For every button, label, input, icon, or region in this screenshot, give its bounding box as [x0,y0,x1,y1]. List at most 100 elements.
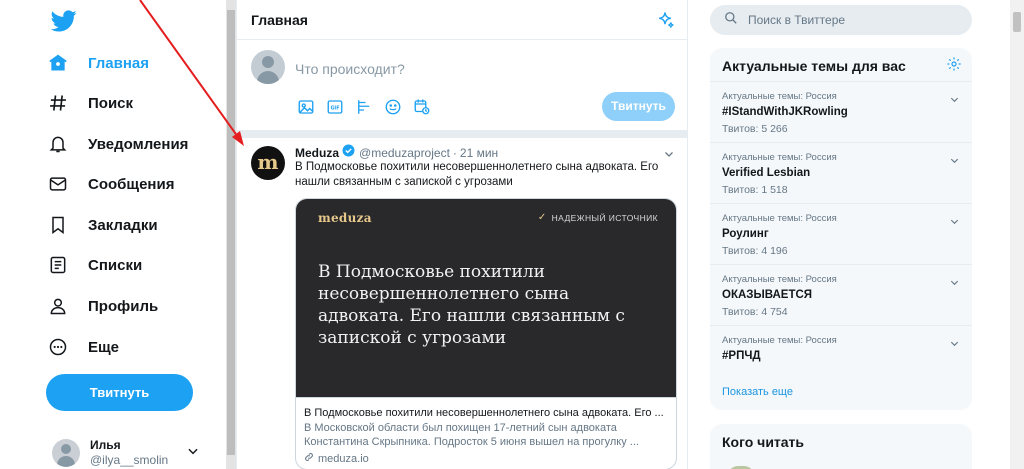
search-box[interactable] [710,5,972,35]
trend-context: Актуальные темы: Россия [722,213,837,224]
avatar [251,50,285,84]
more-circle-icon [46,335,70,359]
main-header: Главная [237,0,687,40]
nav-item-label: Профиль [88,297,159,315]
nav-item-lists[interactable]: Списки [46,246,142,284]
main-column: Главная GIF Твитнуть m Meduza @meduzapro… [236,0,688,469]
link-card[interactable]: meduza ✓ НАДЕЖНЫЙ ИСТОЧНИК В Подмосковье… [295,198,677,469]
trend-name: #РПЧД [722,350,761,362]
nav-item-bookmarks[interactable]: Закладки [46,206,158,244]
trends-header: Актуальные темы для вас [710,48,972,82]
list-icon [46,253,70,277]
person-icon [46,294,70,318]
verified-badge-icon [342,144,355,161]
chevron-down-icon[interactable] [949,92,960,110]
trend-count: Твитов: 4 754 [722,306,788,318]
nav-item-label: Еще [88,338,120,356]
left-navigation: Главная Поиск Уведомления Сообщения Закл… [0,0,225,469]
account-handle: @ilya__smolin [90,453,169,467]
chevron-down-icon[interactable] [949,153,960,171]
trend-item[interactable]: Актуальные темы: Россия ОКАЗЫВАЕТСЯ Твит… [710,265,972,326]
card-link[interactable]: meduza.io [304,452,668,466]
card-image-headline: В Подмосковье похитили несовершеннолетне… [318,262,625,348]
nav-item-home[interactable]: Главная [46,44,149,82]
trusted-source-badge: ✓ НАДЕЖНЫЙ ИСТОЧНИК [538,212,658,223]
trend-context: Актуальные темы: Россия [722,152,837,163]
chevron-down-icon [186,444,200,463]
trend-item[interactable]: Актуальные темы: Россия Роулинг Твитов: … [710,204,972,265]
nav-item-more[interactable]: Еще [46,328,119,366]
avatar [52,439,80,467]
nav-item-label: Закладки [88,216,158,234]
trend-item[interactable]: Актуальные темы: Россия Verified Lesbian… [710,143,972,204]
nav-item-label: Главная [88,54,150,72]
trend-context: Актуальные темы: Россия [722,91,837,102]
trend-count: Твитов: 5 266 [722,123,788,135]
tweet[interactable]: m Meduza @meduzaproject · 21 мин В Подмо… [237,138,687,469]
trend-count: Твитов: 1 518 [722,184,788,196]
trends-panel: Актуальные темы для вас Актуальные темы:… [710,48,972,410]
meta-separator: · [452,145,457,160]
home-icon [46,51,70,75]
tweet-author-avatar[interactable]: m [251,146,285,180]
trend-context: Актуальные темы: Россия [722,274,837,285]
gear-icon[interactable] [946,56,962,77]
card-title: В Подмосковье похитили несовершеннолетне… [304,407,664,419]
schedule-icon[interactable] [411,96,433,118]
image-icon[interactable] [295,96,317,118]
bell-icon [46,132,70,156]
nav-item-explore[interactable]: Поиск [46,84,133,122]
gif-icon[interactable]: GIF [324,96,346,118]
trend-name: ОКАЗЫВАЕТСЯ [722,289,813,301]
trend-count: Твитов: 4 196 [722,245,788,257]
tweet-author-name[interactable]: Meduza [295,145,339,161]
tweet-author-handle[interactable]: @meduzaproject [359,145,450,161]
poll-icon[interactable] [353,96,375,118]
card-description: В Московской области был похищен 17-летн… [304,422,639,448]
show-more-link[interactable]: Показать еще [722,386,793,398]
trend-context: Актуальные темы: Россия [722,335,837,346]
trend-name: #IStandWithJKRowling [722,106,848,118]
account-switcher[interactable]: Илья @ilya__smolin [52,436,212,469]
feed-scrollbar[interactable] [226,0,236,469]
tweet-button[interactable]: Твитнуть [46,374,193,411]
scrollbar-thumb[interactable] [1013,12,1021,32]
svg-text:GIF: GIF [330,105,339,111]
card-brand-logo: meduza [318,211,372,225]
compose-box: GIF Твитнуть [237,40,687,130]
chevron-down-icon[interactable] [949,214,960,232]
link-icon [304,452,314,466]
right-sidebar: Актуальные темы для вас Актуальные темы:… [688,0,1010,469]
chevron-down-icon[interactable] [949,275,960,293]
tweet-time[interactable]: 21 мин [460,145,498,161]
card-domain: meduza.io [318,453,369,465]
compose-input[interactable] [295,58,645,80]
nav-item-messages[interactable]: Сообщения [46,165,174,203]
who-to-follow-title: Кого читать [722,434,805,450]
feed-divider [237,130,687,138]
card-image: meduza ✓ НАДЕЖНЫЙ ИСТОЧНИК В Подмосковье… [296,199,676,397]
account-name: Илья [90,438,121,452]
emoji-icon[interactable] [382,96,404,118]
page-title: Главная [251,11,308,28]
compose-tweet-button[interactable]: Твитнуть [602,92,675,121]
nav-item-profile[interactable]: Профиль [46,287,158,325]
trends-title: Актуальные темы для вас [722,58,906,74]
search-icon [724,11,738,30]
search-input[interactable] [748,13,958,27]
trend-item[interactable]: Актуальные темы: Россия #IStandWithJKRow… [710,82,972,143]
trend-item[interactable]: Актуальные темы: Россия #РПЧД [710,326,972,387]
card-info: В Подмосковье похитили несовершеннолетне… [296,397,676,466]
twitter-bird-icon[interactable] [50,8,77,34]
page-scrollbar[interactable] [1010,0,1024,469]
nav-item-notifications[interactable]: Уведомления [46,125,188,163]
scrollbar-thumb[interactable] [227,10,235,455]
bookmark-icon [46,213,70,237]
nav-item-label: Списки [88,256,143,274]
tweet-text: В Подмосковье похитили несовершеннолетне… [295,161,659,188]
who-to-follow-panel: Кого читать [710,424,972,469]
trend-name: Роулинг [722,228,769,240]
sparkle-icon[interactable] [655,10,675,35]
chevron-down-icon[interactable] [949,336,960,354]
hashtag-icon [46,91,70,115]
